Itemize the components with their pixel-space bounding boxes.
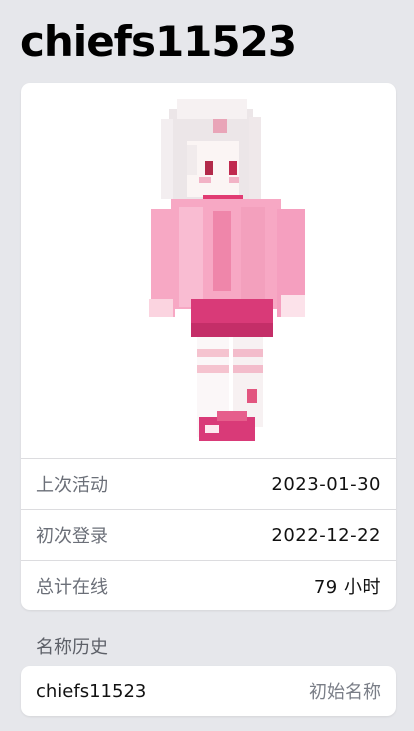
player-name-heading: chiefs11523 bbox=[20, 17, 297, 66]
stat-label: 总计在线 bbox=[36, 577, 108, 598]
skin-preview bbox=[21, 83, 396, 459]
name-history-card: chiefs11523 初始名称 bbox=[21, 666, 396, 716]
history-name: chiefs11523 bbox=[36, 680, 147, 702]
stat-label: 上次活动 bbox=[36, 475, 108, 496]
stat-row-total-online: 总计在线 79 小时 bbox=[21, 560, 396, 610]
stat-value: 2022-12-22 bbox=[271, 524, 381, 546]
stat-value: 79 小时 bbox=[313, 577, 381, 598]
player-skin-render bbox=[149, 99, 305, 441]
player-card: 上次活动 2023-01-30 初次登录 2022-12-22 总计在线 79 … bbox=[21, 83, 396, 610]
history-tag: 初始名称 bbox=[309, 682, 381, 703]
name-history-item: chiefs11523 初始名称 bbox=[21, 666, 396, 716]
stat-label: 初次登录 bbox=[36, 526, 108, 547]
name-history-title: 名称历史 bbox=[36, 637, 108, 658]
